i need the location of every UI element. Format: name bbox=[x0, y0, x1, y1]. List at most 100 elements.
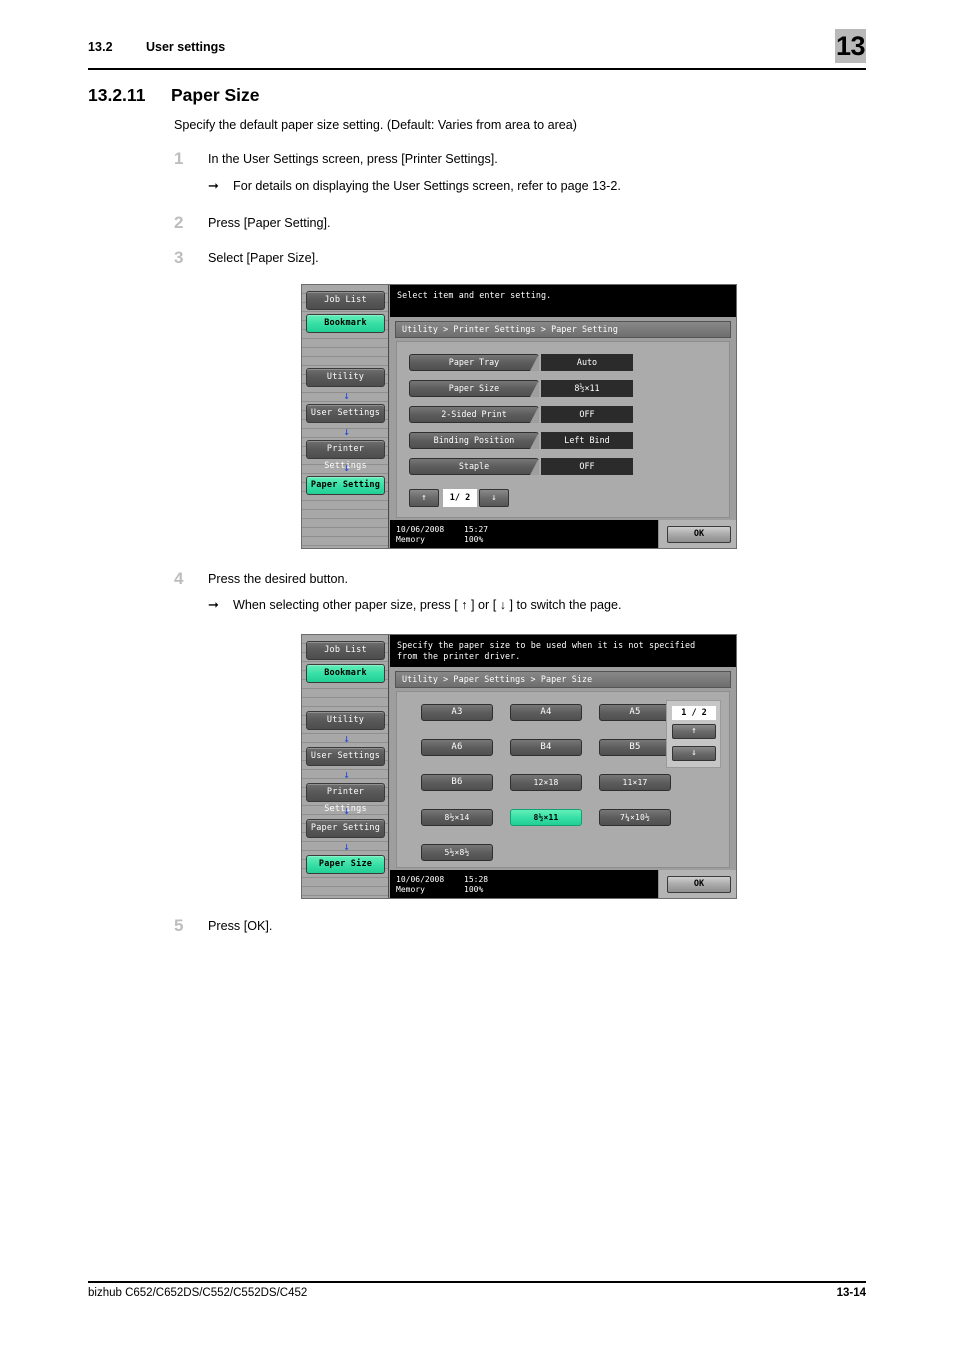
panel1-sidebar-item-bookmark[interactable]: Bookmark bbox=[306, 314, 385, 333]
down-arrow-icon: ↓ bbox=[343, 768, 350, 781]
paper-size-button-11x17[interactable]: 11×17 bbox=[599, 774, 671, 791]
page-title-number: 13.2.11 bbox=[88, 85, 146, 105]
panel1-status-memory-value: 100% bbox=[464, 535, 484, 544]
panel2-sidebar-item-user-settings[interactable]: User Settings bbox=[306, 747, 385, 766]
paper-size-button-a3[interactable]: A3 bbox=[421, 704, 493, 721]
footer-models: bizhub C652/C652DS/C552/C552DS/C452 bbox=[88, 1287, 308, 1299]
panel1-ok-button[interactable]: OK bbox=[667, 526, 731, 543]
paper-size-button-8half-x-11[interactable]: 8½×11 bbox=[510, 809, 582, 826]
panel1-sidebar-item-paper-setting[interactable]: Paper Setting bbox=[306, 476, 385, 495]
header-divider bbox=[88, 68, 866, 70]
footer-page-number: 13-14 bbox=[836, 1287, 866, 1299]
panel1-sidebar-item-user-settings[interactable]: User Settings bbox=[306, 404, 385, 423]
down-arrow-icon: ↓ bbox=[343, 461, 350, 474]
panel2-breadcrumb: Utility > Paper Settings > Paper Size bbox=[395, 671, 731, 688]
setting-value-binding-position[interactable]: Left Bind bbox=[541, 432, 633, 449]
setting-value-staple[interactable]: OFF bbox=[541, 458, 633, 475]
step-5-number: 5 bbox=[174, 916, 184, 935]
paper-size-button-a5[interactable]: A5 bbox=[599, 704, 671, 721]
panel1-page-down-button[interactable]: ↓ bbox=[479, 489, 509, 507]
panel2-ok-area: OK bbox=[658, 870, 736, 898]
chapter-badge: 13 bbox=[835, 29, 866, 63]
down-arrow-icon: ↓ bbox=[343, 425, 350, 438]
paper-size-button-5half-x-8half[interactable]: 5½×8½ bbox=[421, 844, 493, 861]
arrow-right-icon: ➞ bbox=[208, 178, 219, 193]
panel2-page-down-button[interactable]: ↓ bbox=[672, 746, 716, 761]
panel2-sidebar-item-utility[interactable]: Utility bbox=[306, 711, 385, 730]
panel1-message: Select item and enter setting. bbox=[390, 285, 736, 317]
step-2-text: Press [Paper Setting]. bbox=[208, 216, 331, 230]
panel1-status-date: 10/06/2008 bbox=[396, 525, 445, 534]
panel2-sidebar-item-paper-size[interactable]: Paper Size bbox=[306, 855, 385, 874]
step-3-number: 3 bbox=[174, 248, 184, 267]
panel2-sidebar-item-job-list[interactable]: Job List bbox=[306, 641, 385, 660]
step-1-text: In the User Settings screen, press [Prin… bbox=[208, 152, 498, 166]
setting-label-binding-position[interactable]: Binding Position bbox=[409, 432, 539, 449]
panel2-ok-button[interactable]: OK bbox=[667, 876, 731, 893]
panel1-message-line1: Select item and enter setting. bbox=[397, 290, 552, 300]
setting-label-paper-size[interactable]: Paper Size bbox=[409, 380, 539, 397]
step-5-text: Press [OK]. bbox=[208, 919, 273, 933]
panel1-status-time: 15:27 bbox=[464, 525, 489, 534]
step-1-number: 1 bbox=[174, 149, 184, 168]
panel1-pager: ↑ 1/ 2 ↓ bbox=[409, 489, 509, 507]
paper-size-button-b5[interactable]: B5 bbox=[599, 739, 671, 756]
step-4-text: Press the desired button. bbox=[208, 572, 349, 586]
paper-size-button-a4[interactable]: A4 bbox=[510, 704, 582, 721]
page-title-text: Paper Size bbox=[171, 85, 260, 105]
panel1-settings-list: Paper Tray Auto Paper Size 8½×11 2-Sided… bbox=[396, 341, 730, 518]
paper-size-button-b4[interactable]: B4 bbox=[510, 739, 582, 756]
panel2-message-line1: Specify the paper size to be used when i… bbox=[397, 640, 696, 650]
setting-label-2-sided-print[interactable]: 2-Sided Print bbox=[409, 406, 539, 423]
panel2-sidebar: Job List Bookmark Utility ↓ User Setting… bbox=[302, 635, 389, 898]
panel2-status-date: 10/06/2008 bbox=[396, 875, 445, 884]
page-header: 13.2 User settings 13 bbox=[88, 29, 866, 78]
step-1-substep-text: For details on displaying the User Setti… bbox=[233, 179, 621, 193]
panel2-status-memory-value: 100% bbox=[464, 885, 484, 894]
panel2-status-memory-label: Memory bbox=[396, 885, 425, 894]
arrow-right-icon: ➞ bbox=[208, 597, 219, 612]
panel2-page-up-button[interactable]: ↑ bbox=[672, 724, 716, 739]
down-arrow-icon: ↓ bbox=[343, 732, 350, 745]
panel2-sidebar-item-bookmark[interactable]: Bookmark bbox=[306, 664, 385, 683]
paper-size-button-7quarter-x-10half[interactable]: 7¼×10½ bbox=[599, 809, 671, 826]
panel2-sidebar-item-printer-settings[interactable]: Printer Settings bbox=[306, 783, 385, 814]
panel1-sidebar: Job List Bookmark Utility ↓ User Setting… bbox=[302, 285, 389, 548]
paper-size-button-b6[interactable]: B6 bbox=[421, 774, 493, 791]
footer-divider bbox=[88, 1281, 866, 1283]
panel1-main: Select item and enter setting. Utility >… bbox=[390, 285, 736, 548]
step-3-text: Select [Paper Size]. bbox=[208, 251, 319, 265]
panel2-status-time: 15:28 bbox=[464, 875, 489, 884]
setting-value-paper-tray[interactable]: Auto bbox=[541, 354, 633, 371]
intro-paragraph: Specify the default paper size setting. … bbox=[174, 118, 577, 132]
panel2-message: Specify the paper size to be used when i… bbox=[390, 635, 736, 667]
setting-label-paper-tray[interactable]: Paper Tray bbox=[409, 354, 539, 371]
panel2-page-indicator: 1 / 2 bbox=[672, 706, 716, 720]
panel1-status-memory-label: Memory bbox=[396, 535, 425, 544]
setting-value-paper-size[interactable]: 8½×11 bbox=[541, 380, 633, 397]
paper-size-button-a6[interactable]: A6 bbox=[421, 739, 493, 756]
step-4-number: 4 bbox=[174, 569, 184, 588]
down-arrow-icon: ↓ bbox=[343, 804, 350, 817]
panel2-message-line2: from the printer driver. bbox=[397, 651, 521, 661]
panel1-page-indicator: 1/ 2 bbox=[443, 489, 477, 507]
panel1-sidebar-item-utility[interactable]: Utility bbox=[306, 368, 385, 387]
panel2-sidebar-item-paper-setting[interactable]: Paper Setting bbox=[306, 819, 385, 838]
lcd-screenshot-paper-size: Job List Bookmark Utility ↓ User Setting… bbox=[301, 634, 737, 899]
panel1-page-up-button[interactable]: ↑ bbox=[409, 489, 439, 507]
paper-size-button-12x18[interactable]: 12×18 bbox=[510, 774, 582, 791]
lcd-screenshot-paper-setting: Job List Bookmark Utility ↓ User Setting… bbox=[301, 284, 737, 549]
paper-size-button-8half-x-14[interactable]: 8½×14 bbox=[421, 809, 493, 826]
setting-label-staple[interactable]: Staple bbox=[409, 458, 539, 475]
panel1-sidebar-item-printer-settings[interactable]: Printer Settings bbox=[306, 440, 385, 471]
down-arrow-icon: ↓ bbox=[343, 840, 350, 853]
panel1-sidebar-item-job-list[interactable]: Job List bbox=[306, 291, 385, 310]
panel2-main: Specify the paper size to be used when i… bbox=[390, 635, 736, 898]
setting-value-2-sided-print[interactable]: OFF bbox=[541, 406, 633, 423]
panel1-ok-area: OK bbox=[658, 520, 736, 548]
down-arrow-icon: ↓ bbox=[343, 389, 350, 402]
step-4-substep-text: When selecting other paper size, press [… bbox=[233, 598, 622, 612]
page-title: 13.2.11 Paper Size bbox=[88, 85, 260, 106]
header-section-title: User settings bbox=[146, 40, 226, 54]
header-section-number: 13.2 bbox=[88, 40, 113, 54]
